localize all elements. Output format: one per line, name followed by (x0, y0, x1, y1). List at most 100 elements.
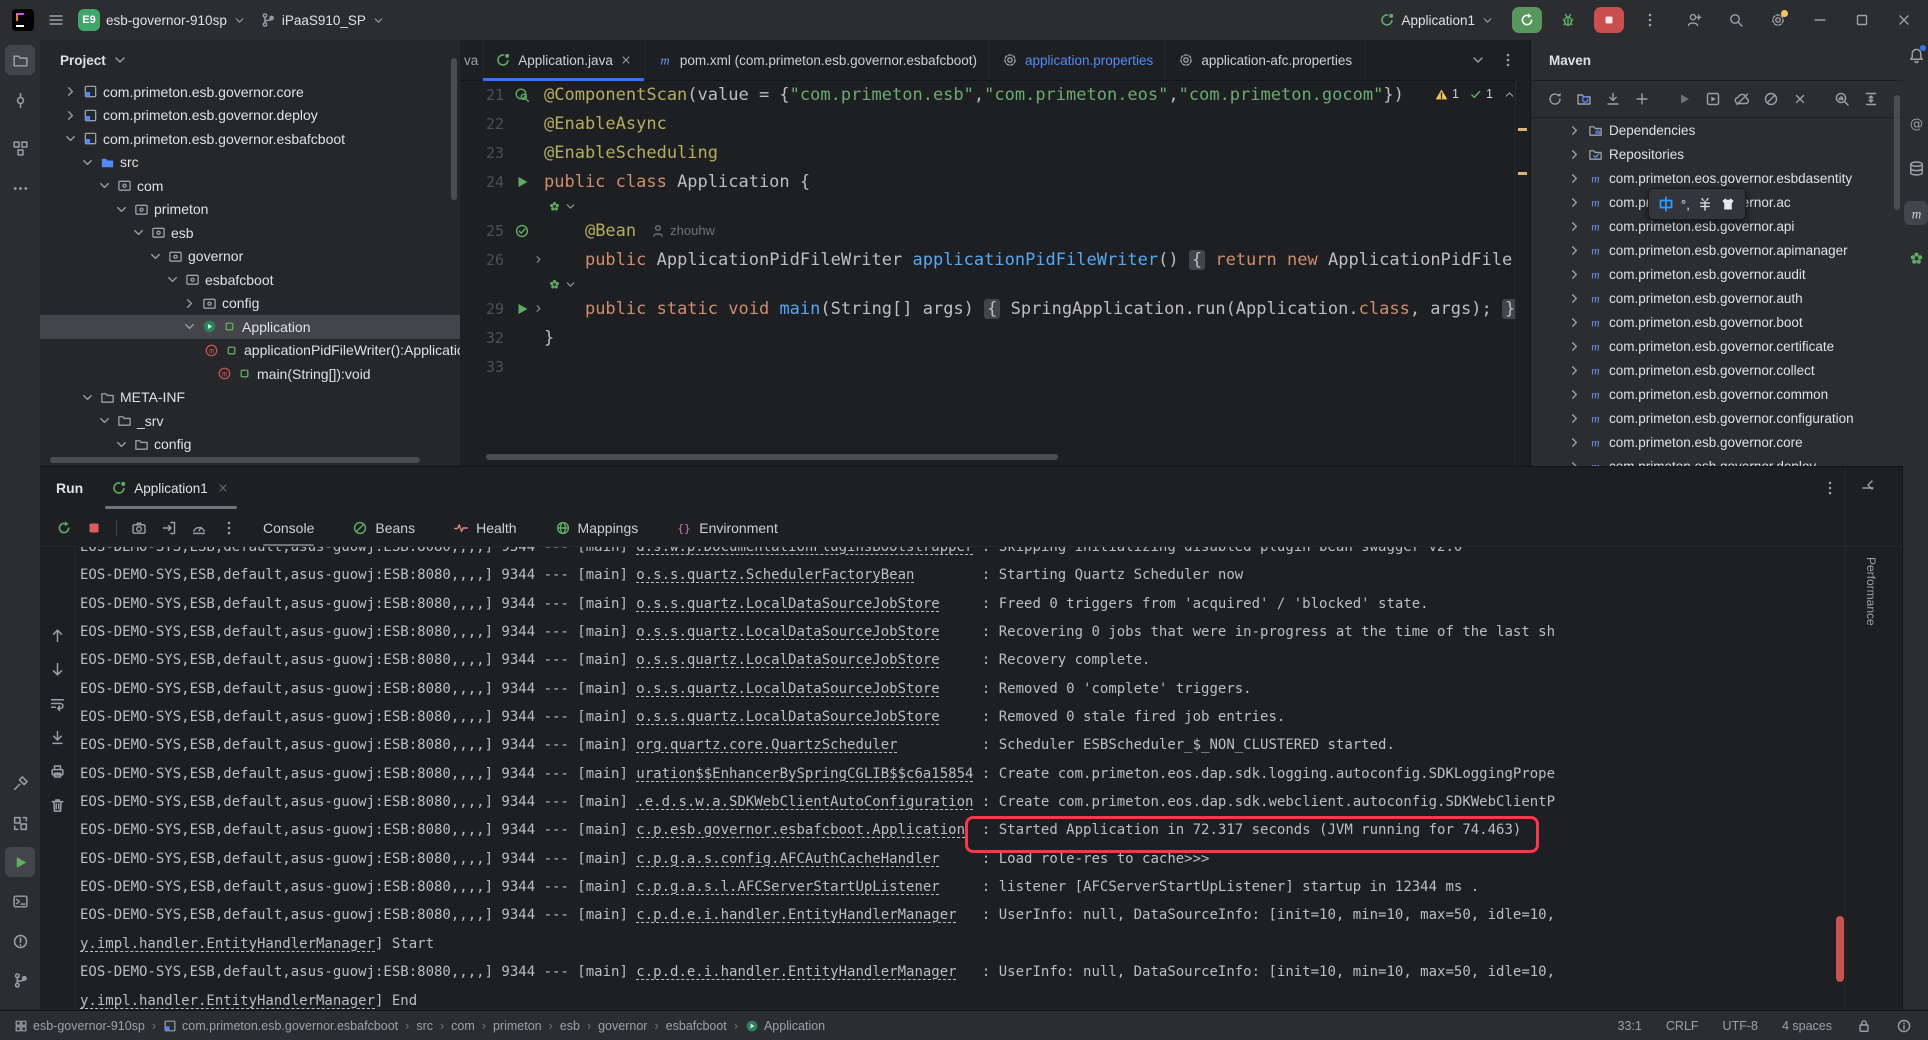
tree-chevron-icon[interactable] (1567, 411, 1582, 426)
breadcrumb-item-com[interactable]: com (451, 1019, 475, 1033)
prev-problem-icon[interactable] (1503, 88, 1516, 101)
ime-punctuation[interactable]: °, (1681, 197, 1690, 212)
run-view-tab-mappings[interactable]: Mappings (555, 509, 639, 546)
cloud-off-icon[interactable] (1734, 91, 1750, 107)
profiler-icon[interactable] (1834, 91, 1850, 107)
run-options-icon[interactable] (1822, 480, 1838, 496)
tree-chevron-icon[interactable] (182, 319, 197, 334)
tool-services-button[interactable] (5, 808, 35, 838)
close-icon[interactable] (217, 482, 229, 494)
tree-chevron-icon[interactable] (1567, 171, 1582, 186)
thread-dump-icon[interactable] (161, 520, 177, 536)
skip-circle-icon[interactable] (1763, 91, 1779, 107)
tree-chevron-icon[interactable] (63, 84, 78, 99)
status-33-1[interactable]: 33:1 (1618, 1019, 1642, 1033)
editor-area[interactable]: vaApplication.javampom.xml (com.primeton… (460, 40, 1530, 466)
chevron-right-icon[interactable] (533, 303, 544, 314)
tree-item-src[interactable]: src (40, 151, 460, 175)
play-dim-icon[interactable] (1676, 91, 1692, 107)
tree-item-com[interactable]: com (40, 174, 460, 198)
maven-item-com-primeton-esb-governor-core[interactable]: mcom.primeton.esb.governor.core (1531, 430, 1903, 454)
run-view-tab-environment[interactable]: {}Environment (676, 509, 778, 546)
debug-button[interactable] (1560, 12, 1576, 28)
maven-item-com-primeton-esb-governor-configuration[interactable]: mcom.primeton.esb.governor.configuration (1531, 406, 1903, 430)
gauge-icon[interactable] (191, 520, 207, 536)
run-view-tab-health[interactable]: Health (453, 509, 516, 546)
run-view-tab-console[interactable]: Console (263, 509, 314, 546)
refresh-icon[interactable] (1547, 91, 1563, 107)
logger-link[interactable]: o.s.s.quartz.LocalDataSourceJobStore (636, 709, 939, 725)
editor-horizontal-scrollbar[interactable] (486, 454, 1058, 460)
tree-item-config[interactable]: config (40, 292, 460, 316)
printer-button[interactable] (44, 758, 70, 784)
tree-chevron-icon[interactable] (1567, 195, 1582, 210)
tree-chevron-icon[interactable] (1567, 267, 1582, 282)
add-user-button[interactable] (1686, 12, 1702, 28)
maven-item-com-primeton-esb-governor-deploy[interactable]: mcom.primeton.esb.governor.deploy (1531, 454, 1903, 466)
expand-icon[interactable] (1863, 91, 1879, 107)
bean-icon[interactable] (514, 223, 530, 239)
tool-project-button[interactable] (5, 45, 35, 75)
tool-build-button[interactable] (5, 768, 35, 798)
download-icon[interactable] (1605, 91, 1621, 107)
kebab-icon[interactable] (221, 520, 237, 536)
tree-chevron-icon[interactable] (97, 413, 112, 428)
maven-item-com-primeton-esb-governor-common[interactable]: mcom.primeton.esb.governor.common (1531, 382, 1903, 406)
tree-chevron-icon[interactable] (182, 296, 197, 311)
tree-chevron-icon[interactable] (97, 178, 112, 193)
scroll-end-button[interactable] (44, 724, 70, 750)
run-tab-application1[interactable]: Application1 (111, 467, 231, 509)
breadcrumb-item-esb-governor-910sp[interactable]: esb-governor-910sp (14, 1019, 145, 1033)
tree-chevron-icon[interactable] (165, 272, 180, 287)
code-editor[interactable]: 21@ComponentScan(value = {"com.primeton.… (460, 80, 1530, 381)
run-triangle-icon[interactable] (514, 174, 530, 190)
status-4-spaces[interactable]: 4 spaces (1782, 1019, 1832, 1033)
logger-link[interactable]: y.impl.handler.EntityHandlerManager (80, 936, 375, 952)
ime-skin-icon[interactable] (1720, 196, 1736, 212)
maven-item-dependencies[interactable]: Dependencies (1531, 118, 1903, 142)
vcs-branch-widget[interactable]: iPaaS910_SP (260, 12, 385, 28)
code-inlay-hint[interactable] (460, 274, 1530, 294)
project-horizontal-scrollbar[interactable] (50, 457, 420, 463)
breadcrumb-item-application[interactable]: Application (745, 1019, 825, 1033)
tree-chevron-icon[interactable] (1567, 243, 1582, 258)
settings-button[interactable] (1770, 12, 1786, 28)
editor-error-stripe[interactable] (1515, 80, 1530, 466)
tree-item-applicationpidfilewriter-applicationpi[interactable]: mapplicationPidFileWriter():ApplicationP… (40, 339, 460, 363)
main-menu-icon[interactable] (48, 12, 64, 28)
breadcrumb-item-com-primeton-esb-governor-esbafcboot[interactable]: com.primeton.esb.governor.esbafcboot (163, 1019, 398, 1033)
tree-chevron-icon[interactable] (80, 390, 95, 405)
status-utf-8[interactable]: UTF-8 (1723, 1019, 1758, 1033)
tool-terminal-button[interactable] (5, 886, 35, 916)
editor-tab-application.properties[interactable]: application.properties (990, 40, 1166, 80)
logger-link[interactable]: d.s.w.p.DocumentationPluginsBootstrapper (636, 547, 973, 555)
breadcrumb-item-primeton[interactable]: primeton (493, 1019, 542, 1033)
trash-button[interactable] (44, 792, 70, 818)
collapse-icon[interactable] (1862, 477, 1878, 493)
logger-link[interactable]: c.p.d.e.i.handler.EntityHandlerManager (636, 907, 956, 923)
status-crlf[interactable]: CRLF (1666, 1019, 1699, 1033)
logger-link[interactable]: o.s.s.quartz.LocalDataSourceJobStore (636, 652, 939, 668)
chevron-right-icon[interactable] (533, 254, 544, 265)
logger-link[interactable]: o.s.s.quartz.LocalDataSourceJobStore (636, 596, 939, 612)
tree-item-com-primeton-esb-governor-core[interactable]: com.primeton.esb.governor.core (40, 80, 460, 104)
breadcrumb-item-governor[interactable]: governor (598, 1019, 647, 1033)
editor-tab-va[interactable]: va (460, 40, 483, 80)
tree-chevron-icon[interactable] (1567, 459, 1582, 467)
logger-link[interactable]: .e.d.s.w.a.SDKWebClientAutoConfiguration (636, 794, 973, 810)
logger-link[interactable]: o.s.s.quartz.LocalDataSourceJobStore (636, 624, 939, 640)
performance-tab[interactable]: Performance (1864, 557, 1878, 626)
tree-chevron-icon[interactable] (1567, 363, 1582, 378)
tool-more-button[interactable] (5, 173, 35, 203)
run-anything-icon[interactable] (1705, 91, 1721, 107)
tool-git-button[interactable] (5, 965, 35, 995)
tree-chevron-icon[interactable] (1567, 315, 1582, 330)
info-icon[interactable] (1896, 1018, 1912, 1034)
lock-icon[interactable] (1856, 1018, 1872, 1034)
maven-item-com-primeton-eos-governor-esbdasentity[interactable]: mcom.primeton.eos.governor.esbdasentity (1531, 166, 1903, 190)
maven-item-com-primeton-esb-governor-auth[interactable]: mcom.primeton.esb.governor.auth (1531, 286, 1903, 310)
ime-halfwidth-icon[interactable] (1697, 196, 1713, 212)
tree-item-com-primeton-esb-governor-deploy[interactable]: com.primeton.esb.governor.deploy (40, 104, 460, 128)
editor-tab-application.java[interactable]: Application.java (483, 40, 645, 80)
logger-link[interactable]: c.p.g.a.s.l.AFCServerStartUpListener (636, 879, 939, 895)
